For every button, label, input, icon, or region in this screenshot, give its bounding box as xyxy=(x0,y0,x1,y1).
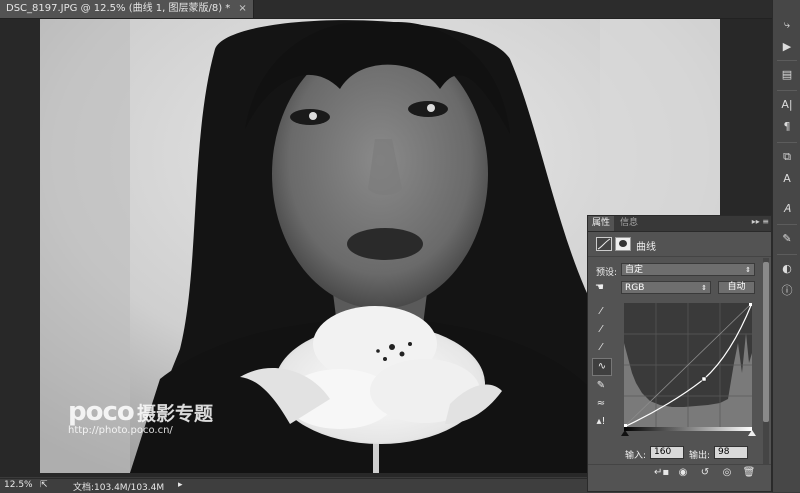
layer-mask-icon[interactable] xyxy=(615,237,631,251)
document-info: 文档:103.4M/103.4M xyxy=(73,483,165,493)
zoom-level[interactable]: 12.5% xyxy=(4,480,33,490)
right-panel-dock: ⤷ ▶ ▤ A| ¶ ⧉ A 𝐴 ✎ ◐ ⓘ xyxy=(772,0,800,492)
brush-presets-icon[interactable]: ✎ xyxy=(777,230,797,248)
sample-gray-icon[interactable]: ⁄ xyxy=(592,322,610,338)
paragraph-icon[interactable]: ¶ xyxy=(777,118,797,136)
select-arrows-icon: ⇕ xyxy=(701,284,707,292)
document-tab[interactable]: DSC_8197.JPG @ 12.5% (曲线 1, 图层蒙版/8) * × xyxy=(0,0,254,18)
history-icon[interactable]: ⤷ xyxy=(777,16,797,34)
watermark-brand: poco xyxy=(68,397,135,427)
document-tab-bar: DSC_8197.JPG @ 12.5% (曲线 1, 图层蒙版/8) * × xyxy=(0,0,772,19)
preset-select[interactable]: 自定 ⇕ xyxy=(621,263,755,276)
play-icon[interactable]: ▶ xyxy=(777,38,797,56)
character-icon[interactable]: A| xyxy=(777,96,797,114)
curves-graph[interactable] xyxy=(621,302,756,436)
panel-tab-bar: 属性 信息 ▸▸ ≡ xyxy=(588,216,771,232)
auto-button[interactable]: 自动 xyxy=(718,281,755,294)
input-value-field[interactable]: 160 xyxy=(650,446,684,459)
white-point-slider[interactable] xyxy=(748,430,756,436)
smooth-icon[interactable]: ≈ xyxy=(592,396,610,412)
curves-adjustment-icon xyxy=(596,237,612,251)
info-icon[interactable]: ⓘ xyxy=(777,282,797,300)
reset-icon[interactable]: ↺ xyxy=(698,466,712,479)
panel-menu-icon[interactable]: ▸▸ ≡ xyxy=(752,217,769,226)
char-styles-icon[interactable]: A xyxy=(777,170,797,188)
output-label: 输出: xyxy=(689,451,711,461)
preset-value: 自定 xyxy=(625,265,644,275)
sample-black-icon[interactable]: ⁄ xyxy=(592,304,610,320)
panel-scrollbar[interactable] xyxy=(763,258,769,464)
curve-points-icon[interactable]: ∿ xyxy=(592,358,612,376)
input-gradient-bar xyxy=(624,427,752,431)
tab-properties[interactable]: 属性 xyxy=(588,216,615,231)
adjustments-icon[interactable]: ◐ xyxy=(777,260,797,278)
watermark: poco 摄影专题 http://photo.poco.cn/ xyxy=(68,397,213,436)
status-menu-arrow-icon[interactable]: ▸ xyxy=(178,480,183,490)
document-tab-title: DSC_8197.JPG @ 12.5% (曲线 1, 图层蒙版/8) * xyxy=(6,3,231,14)
curves-graph-svg[interactable] xyxy=(623,302,753,431)
glyph-icon[interactable]: 𝐴 xyxy=(777,200,797,218)
input-label: 输入: xyxy=(625,451,647,461)
scrollbar-thumb[interactable] xyxy=(763,262,769,422)
select-arrows-icon: ⇕ xyxy=(745,266,751,274)
close-icon[interactable]: × xyxy=(238,0,246,18)
delete-icon[interactable]: 🗑 xyxy=(742,466,756,479)
panel-header: 曲线 xyxy=(588,232,771,257)
output-value-field[interactable]: 98 xyxy=(714,446,748,459)
tab-info[interactable]: 信息 xyxy=(616,216,642,231)
watermark-brand-cn: 摄影专题 xyxy=(136,403,213,425)
target-adjust-hand-icon[interactable]: ☚ xyxy=(595,282,609,294)
properties-panel: 属性 信息 ▸▸ ≡ 曲线 预设: 自定 ⇕ ☚ RGB ⇕ 自动 ⁄ ⁄ ⁄ … xyxy=(587,215,772,492)
clone-source-icon[interactable]: ⧉ xyxy=(777,148,797,166)
channel-value: RGB xyxy=(625,283,645,293)
clipping-warning-icon[interactable]: ▴! xyxy=(592,414,610,430)
channel-select[interactable]: RGB ⇕ xyxy=(621,281,711,294)
export-icon[interactable]: ⇱ xyxy=(40,480,48,490)
black-point-slider[interactable] xyxy=(621,430,629,436)
sample-white-icon[interactable]: ⁄ xyxy=(592,340,610,356)
layers-icon[interactable]: ▤ xyxy=(777,66,797,84)
clip-to-layer-icon[interactable]: ↵▪ xyxy=(654,466,669,479)
panel-title: 曲线 xyxy=(636,242,656,253)
preset-label: 预设: xyxy=(596,268,618,278)
pencil-icon[interactable]: ✎ xyxy=(592,378,610,394)
visibility-icon[interactable]: ◎ xyxy=(720,466,734,479)
view-previous-icon[interactable]: ◉ xyxy=(676,466,690,479)
panel-footer: ↵▪ ◉ ↺ ◎ 🗑 xyxy=(588,464,771,480)
